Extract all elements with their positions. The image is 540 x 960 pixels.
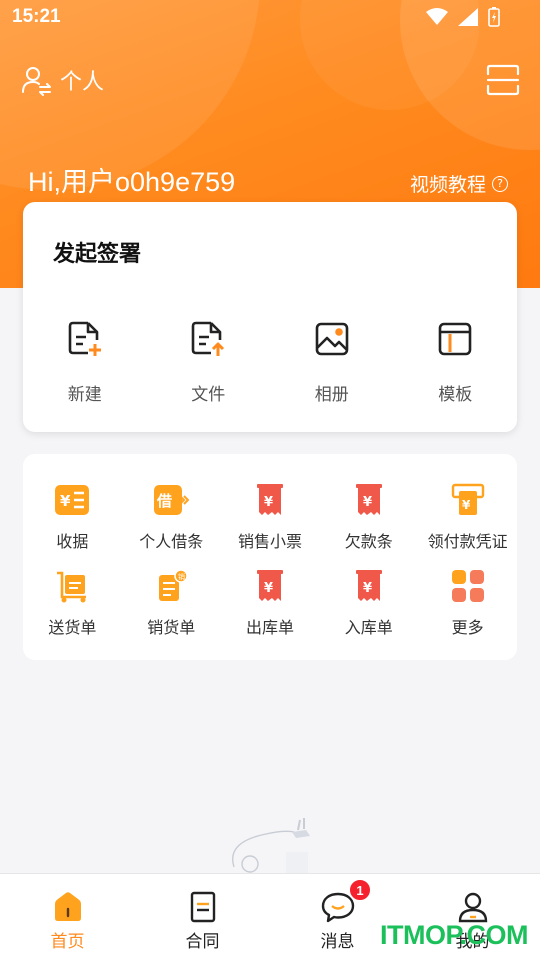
video-tutorial-label: 视频教程 [410, 174, 487, 196]
iou-icon: 借 [154, 485, 190, 515]
greeting-text: Hi,用户o0h9e759 [28, 167, 236, 197]
tool-receipt[interactable]: ¥ 收据 [23, 482, 122, 562]
delivery-note-icon [57, 571, 87, 603]
sign-item-label: 相册 [314, 385, 349, 405]
home-icon [54, 892, 81, 921]
tool-label: 送货单 [48, 618, 97, 637]
svg-text:¥: ¥ [264, 581, 273, 596]
tool-iou[interactable]: 借 个人借条 [122, 482, 221, 562]
profile-button[interactable]: 个人 [20, 64, 104, 96]
more-grid-icon [451, 570, 484, 602]
svg-text:¥: ¥ [462, 498, 471, 512]
status-time: 15:21 [12, 6, 61, 27]
tool-label: 领付款凭证 [427, 532, 508, 551]
tools-grid: ¥ 收据 借 个人借条 ¥ 销售小票 ¥ 欠款条 ¥ 领付款凭证 送货单 销 销… [23, 482, 517, 648]
sign-item-label: 文件 [191, 385, 226, 405]
sign-item-file[interactable]: 文件 [147, 320, 271, 405]
initiate-signing-card: 发起签署 新建 文件 相册 模板 [23, 202, 517, 432]
tool-label: 收据 [56, 532, 89, 551]
tool-payment-voucher[interactable]: ¥ 领付款凭证 [418, 482, 517, 562]
sign-item-template[interactable]: 模板 [394, 320, 518, 405]
empty-state-illustration [232, 818, 310, 874]
tool-sales-order[interactable]: 销 销货单 [122, 568, 221, 648]
signal-icon [458, 8, 478, 26]
nav-home[interactable]: 首页 [0, 874, 135, 960]
document-tools-card: ¥ 收据 借 个人借条 ¥ 销售小票 ¥ 欠款条 ¥ 领付款凭证 送货单 销 销… [23, 454, 517, 660]
tool-label: 销售小票 [237, 532, 302, 551]
tool-sales-ticket[interactable]: ¥ 销售小票 [221, 482, 320, 562]
outbound-order-icon: ¥ [256, 570, 283, 601]
tool-label: 出库单 [245, 618, 294, 637]
nav-contract[interactable]: 合同 [135, 874, 270, 960]
upload-file-icon [191, 321, 225, 356]
message-badge: 1 [348, 878, 372, 902]
battery-charging-icon [488, 7, 500, 27]
contract-icon [190, 891, 215, 923]
tool-more[interactable]: 更多 [418, 568, 517, 648]
nav-label: 首页 [50, 932, 85, 952]
new-document-icon [68, 321, 101, 356]
tool-delivery-note[interactable]: 送货单 [23, 568, 122, 648]
status-icons [426, 7, 500, 27]
tool-label: 欠款条 [344, 532, 393, 551]
photo-album-icon [315, 322, 349, 356]
scan-icon [486, 64, 520, 96]
sign-card-title: 发起签署 [53, 242, 142, 267]
tool-label: 个人借条 [139, 532, 204, 551]
tool-inbound-order[interactable]: ¥ 入库单 [319, 568, 418, 648]
user-icon [458, 892, 487, 923]
receipt-icon: ¥ [55, 485, 90, 515]
nav-label: 消息 [320, 932, 355, 952]
sign-item-new[interactable]: 新建 [23, 320, 147, 405]
tool-label: 销货单 [147, 618, 196, 637]
sales-ticket-icon: ¥ [256, 484, 283, 515]
svg-text:销: 销 [178, 572, 185, 581]
tool-label: 更多 [451, 618, 484, 637]
help-icon: ? [492, 175, 509, 192]
site-watermark: ITMOP.COM [380, 920, 529, 950]
svg-text:¥: ¥ [264, 495, 273, 510]
sign-item-label: 新建 [67, 385, 102, 405]
status-bar: 15:21 [0, 0, 540, 36]
svg-text:借: 借 [156, 492, 172, 510]
svg-text:¥: ¥ [363, 581, 372, 596]
profile-label: 个人 [60, 70, 105, 95]
svg-text:¥: ¥ [363, 495, 372, 510]
sign-actions: 新建 文件 相册 模板 [23, 320, 517, 405]
tool-outbound-order[interactable]: ¥ 出库单 [221, 568, 320, 648]
template-icon [438, 322, 472, 356]
tool-debt-note[interactable]: ¥ 欠款条 [319, 482, 418, 562]
sales-order-icon: 销 [159, 569, 188, 601]
nav-label: 合同 [185, 932, 220, 952]
payment-voucher-icon: ¥ [451, 483, 484, 515]
person-switch-icon [22, 67, 51, 96]
sign-item-album[interactable]: 相册 [270, 320, 394, 405]
svg-text:¥: ¥ [60, 492, 71, 510]
video-tutorial-link[interactable]: 视频教程 ? [410, 170, 509, 197]
sign-item-label: 模板 [438, 385, 473, 405]
debt-note-icon: ¥ [355, 484, 382, 515]
wifi-icon [426, 8, 448, 25]
scan-button[interactable] [486, 64, 520, 96]
tool-label: 入库单 [344, 618, 393, 637]
inbound-order-icon: ¥ [355, 570, 382, 601]
